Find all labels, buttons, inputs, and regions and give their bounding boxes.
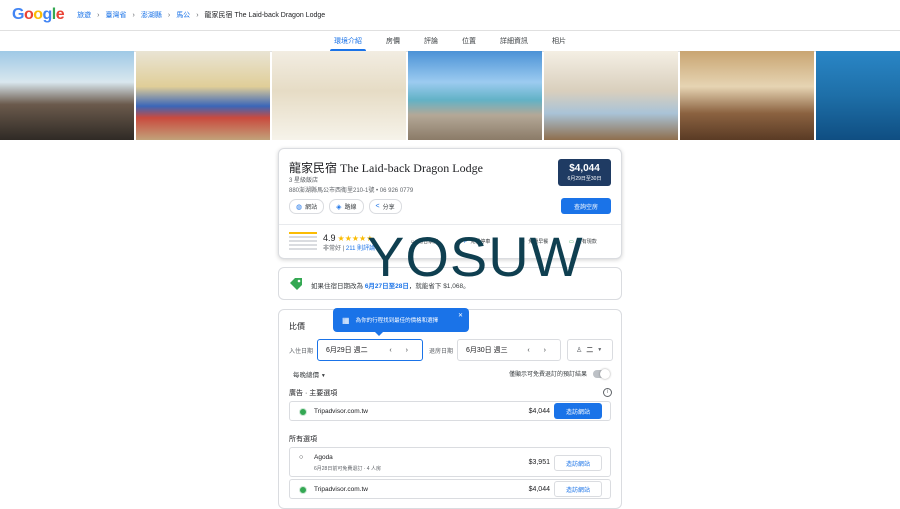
photo-diving[interactable] <box>816 51 900 140</box>
checkout-date-field[interactable]: 6月30日 週三 ‹ › <box>457 339 561 361</box>
check-availability-button[interactable]: 查詢空房 <box>561 198 611 214</box>
hotel-class: 3 星級飯店 <box>289 178 319 184</box>
rating-value: 4.9 <box>323 232 336 243</box>
all-options-title: 所有選項 <box>289 436 317 443</box>
checkin-date-value: 6月29日 週二 <box>326 347 368 354</box>
tab-location[interactable]: 位置 <box>450 36 488 51</box>
hotel-address-line: 880澎湖縣馬公市西衛里210-1號 • 06 926 0779 <box>289 188 414 194</box>
share-chip[interactable]: < 分享 <box>368 199 402 214</box>
offer-price: $3,951 <box>528 459 550 466</box>
tab-photos[interactable]: 相片 <box>540 36 578 51</box>
tab-reviews[interactable]: 評論 <box>412 36 450 51</box>
photo-living-room[interactable] <box>544 51 678 140</box>
per-night-selector[interactable]: 每晚總價 ▼ <box>293 369 326 379</box>
tripadvisor-icon <box>299 408 307 416</box>
checkin-date-field[interactable]: 6月29日 週二 ‹ › <box>317 339 423 361</box>
tab-overview[interactable]: 環境介紹 <box>322 36 374 51</box>
breadcrumb-current: 龍家民宿 The Laid-back Dragon Lodge <box>204 12 326 19</box>
date-arrows-icon[interactable]: ‹ › <box>527 347 552 354</box>
share-chip-label: 分享 <box>382 205 395 211</box>
visit-site-button[interactable]: 造訪網站 <box>554 455 602 471</box>
dropdown-icon: ▼ <box>320 373 326 379</box>
breadcrumb-penghu[interactable]: 澎湖縣 <box>141 10 162 20</box>
checkin-label: 入住日期 <box>289 349 314 355</box>
breadcrumb: 旅遊 › 臺灣省 › 澎湖縣 › 馬公 › 龍家民宿 The Laid-back… <box>74 10 328 20</box>
rating-word: 非常好 <box>323 245 342 252</box>
offer-provider: Agoda <box>314 454 333 461</box>
ads-title: 廣告 · 主要選項 <box>289 390 338 397</box>
guests-value: 二 <box>586 347 594 354</box>
price-badge[interactable]: $4,044 6月29日至30日 <box>558 159 611 186</box>
section-tabs: 環境介紹 房價 評論 位置 詳細資訊 相片 <box>0 31 900 52</box>
offer-provider: Tripadvisor.com.tw <box>314 486 368 493</box>
breadcrumb-magong[interactable]: 馬公 <box>176 10 190 20</box>
free-cancel-label: 僅顯示可免費退訂的預訂結果 <box>508 372 587 378</box>
dropdown-icon: ▼ <box>597 347 603 353</box>
tab-prices[interactable]: 房價 <box>374 36 412 51</box>
tooltip-text: 為你的行程找到最佳的價格和選擇 <box>355 318 439 324</box>
hotel-phone[interactable]: 06 926 0779 <box>380 188 413 194</box>
rating-histogram <box>289 232 317 252</box>
checkout-label: 退房日期 <box>429 349 454 355</box>
person-icon: ♙ <box>576 347 583 354</box>
free-cancel-toggle[interactable] <box>593 369 610 379</box>
price-tag-icon <box>290 278 302 290</box>
photo-bathroom[interactable] <box>272 51 406 140</box>
per-night-label: 每晚總價 <box>293 372 319 379</box>
action-chips: ◍ 網站 ◈ 路線 < 分享 <box>289 199 402 214</box>
hotel-name: 龍家民宿 The Laid-back Dragon Lodge <box>289 161 483 175</box>
breadcrumb-taiwan[interactable]: 臺灣省 <box>106 10 127 20</box>
price-value: $4,044 <box>569 163 600 174</box>
directions-chip-label: 路線 <box>344 205 357 211</box>
tripadvisor-icon <box>299 486 307 494</box>
website-chip-label: 網站 <box>305 205 318 211</box>
chevron-right-icon: › <box>167 11 171 19</box>
directions-chip[interactable]: ◈ 路線 <box>329 199 364 214</box>
breadcrumb-travel[interactable]: 旅遊 <box>77 10 91 20</box>
agoda-icon: ○ <box>299 454 304 461</box>
watermark: YOSUW <box>367 225 584 288</box>
share-icon: < <box>375 203 380 210</box>
date-arrows-icon[interactable]: ‹ › <box>389 347 414 354</box>
checkout-date-value: 6月30日 週三 <box>466 347 508 354</box>
offer-price: $4,044 <box>528 486 550 493</box>
date-tooltip: ▦ 為你的行程找到最佳的價格和選擇 ✕ <box>333 308 469 336</box>
hotel-address: 880澎湖縣馬公市西衛里210-1號 <box>289 188 375 194</box>
photo-gallery <box>0 51 900 140</box>
price-comparison-card: 比價 入住日期 6月29日 週二 ‹ › 退房日期 6月30日 週三 ‹ › ♙… <box>278 309 622 509</box>
offer-row[interactable]: ○ Agoda 6月28日前可免費退訂 · 4 人房 $3,951 造訪網站 <box>289 447 611 477</box>
offer-row-ad[interactable]: Tripadvisor.com.tw $4,044 造訪網站 <box>289 401 611 421</box>
tab-details[interactable]: 詳細資訊 <box>488 36 540 51</box>
top-bar: Google 旅遊 › 臺灣省 › 澎湖縣 › 馬公 › 龍家民宿 The La… <box>0 0 900 31</box>
guests-selector[interactable]: ♙ 二 ▼ <box>567 339 613 361</box>
globe-icon: ◍ <box>296 203 303 211</box>
photo-bedroom[interactable] <box>136 51 270 140</box>
visit-site-button[interactable]: 造訪網站 <box>554 481 602 497</box>
directions-icon: ◈ <box>336 203 342 211</box>
close-icon[interactable]: ✕ <box>458 312 463 319</box>
chevron-right-icon: › <box>132 11 135 19</box>
chevron-right-icon: › <box>196 11 199 19</box>
info-icon[interactable]: i <box>603 388 612 397</box>
visit-site-button[interactable]: 造訪網站 <box>554 403 602 419</box>
offer-price: $4,044 <box>528 408 550 415</box>
offer-note: 6月28日前可免費退訂 · 4 人房 <box>314 466 381 472</box>
offer-provider: Tripadvisor.com.tw <box>314 408 368 415</box>
photo-dining-room[interactable] <box>680 51 814 140</box>
prices-title: 比價 <box>289 322 305 331</box>
website-chip[interactable]: ◍ 網站 <box>289 199 325 214</box>
price-dates: 6月29日至30日 <box>567 176 602 182</box>
chevron-right-icon: › <box>97 11 100 19</box>
calendar-icon: ▦ <box>342 315 350 325</box>
photo-sea-view[interactable] <box>408 51 542 140</box>
offer-row[interactable]: Tripadvisor.com.tw $4,044 造訪網站 <box>289 479 611 499</box>
google-logo[interactable]: Google <box>12 6 65 24</box>
photo-balcony[interactable] <box>0 51 134 140</box>
